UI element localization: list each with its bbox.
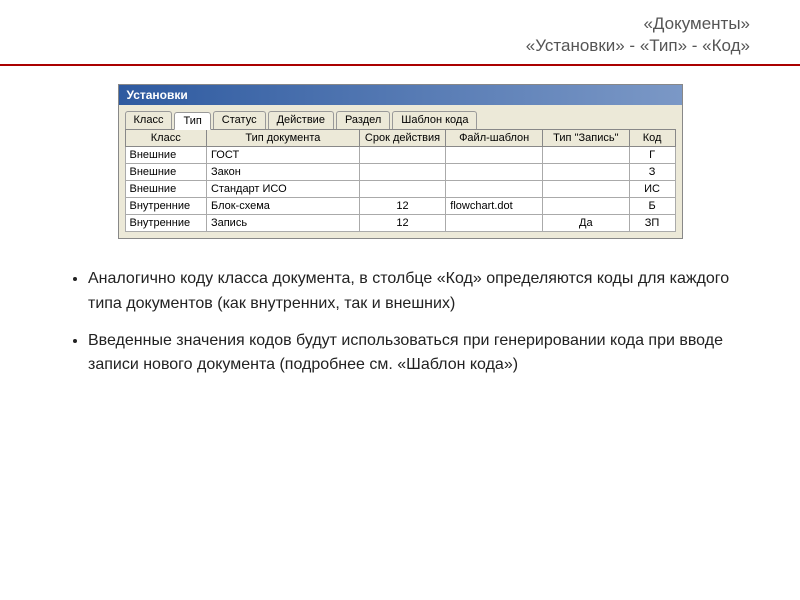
header-line2: «Установки» - «Тип» - «Код» xyxy=(0,36,750,56)
cell[interactable] xyxy=(543,164,630,181)
tab-раздел[interactable]: Раздел xyxy=(336,111,390,129)
cell[interactable]: Внешние xyxy=(125,181,206,198)
tab-strip: КлассТипСтатусДействиеРазделШаблон кода xyxy=(119,105,682,129)
cell[interactable]: Закон xyxy=(206,164,359,181)
cell[interactable]: Блок-схема xyxy=(206,198,359,215)
header-line1: «Документы» xyxy=(0,14,750,34)
table-row[interactable]: ВнутренниеЗапись12 ДаЗП xyxy=(125,215,675,232)
cell[interactable]: Стандарт ИСО xyxy=(206,181,359,198)
cell[interactable]: ГОСТ xyxy=(206,147,359,164)
column-header[interactable]: Класс xyxy=(125,130,206,147)
cell[interactable]: Внутренние xyxy=(125,215,206,232)
bullet-item: Введенные значения кодов будут использов… xyxy=(88,329,734,379)
cell[interactable] xyxy=(543,147,630,164)
column-header[interactable]: Тип "Запись" xyxy=(543,130,630,147)
tab-класс[interactable]: Класс xyxy=(125,111,173,129)
bullet-item: Аналогично коду класса документа, в стол… xyxy=(88,267,734,317)
red-divider xyxy=(0,64,800,66)
cell[interactable]: 12 xyxy=(359,215,446,232)
column-header[interactable]: Код xyxy=(629,130,675,147)
cell[interactable]: ЗП xyxy=(629,215,675,232)
cell[interactable] xyxy=(446,164,543,181)
cell[interactable]: З xyxy=(629,164,675,181)
table-row[interactable]: ВнешниеЗакон З xyxy=(125,164,675,181)
cell[interactable] xyxy=(543,181,630,198)
cell[interactable]: ИС xyxy=(629,181,675,198)
tab-тип[interactable]: Тип xyxy=(174,112,210,130)
cell[interactable]: Внутренние xyxy=(125,198,206,215)
cell[interactable]: Да xyxy=(543,215,630,232)
window-titlebar: Установки xyxy=(119,85,682,105)
tab-шаблон кода[interactable]: Шаблон кода xyxy=(392,111,477,129)
tab-действие[interactable]: Действие xyxy=(268,111,334,129)
column-header[interactable]: Тип документа xyxy=(206,130,359,147)
bullet-list: Аналогично коду класса документа, в стол… xyxy=(66,267,734,378)
cell[interactable] xyxy=(359,181,446,198)
cell[interactable] xyxy=(359,164,446,181)
tab-статус[interactable]: Статус xyxy=(213,111,266,129)
cell[interactable]: Запись xyxy=(206,215,359,232)
settings-window: Установки КлассТипСтатусДействиеРазделШа… xyxy=(118,84,683,239)
cell[interactable] xyxy=(446,215,543,232)
cell[interactable]: flowchart.dot xyxy=(446,198,543,215)
column-header[interactable]: Срок действия xyxy=(359,130,446,147)
table-row[interactable]: ВнешниеСтандарт ИСО ИС xyxy=(125,181,675,198)
table-row[interactable]: ВнешниеГОСТ Г xyxy=(125,147,675,164)
cell[interactable] xyxy=(446,147,543,164)
cell[interactable]: Б xyxy=(629,198,675,215)
cell[interactable] xyxy=(446,181,543,198)
cell[interactable]: Г xyxy=(629,147,675,164)
data-grid: КлассТип документаСрок действияФайл-шабл… xyxy=(125,129,676,232)
cell[interactable] xyxy=(359,147,446,164)
cell[interactable]: Внешние xyxy=(125,164,206,181)
column-header[interactable]: Файл-шаблон xyxy=(446,130,543,147)
table-row[interactable]: ВнутренниеБлок-схема12flowchart.dot Б xyxy=(125,198,675,215)
cell[interactable]: 12 xyxy=(359,198,446,215)
grid-header-row: КлассТип документаСрок действияФайл-шабл… xyxy=(125,130,675,147)
slide-header: «Документы» «Установки» - «Тип» - «Код» xyxy=(0,0,800,64)
cell[interactable] xyxy=(543,198,630,215)
window-title: Установки xyxy=(127,88,188,102)
cell[interactable]: Внешние xyxy=(125,147,206,164)
grid-wrap: КлассТип документаСрок действияФайл-шабл… xyxy=(119,129,682,238)
